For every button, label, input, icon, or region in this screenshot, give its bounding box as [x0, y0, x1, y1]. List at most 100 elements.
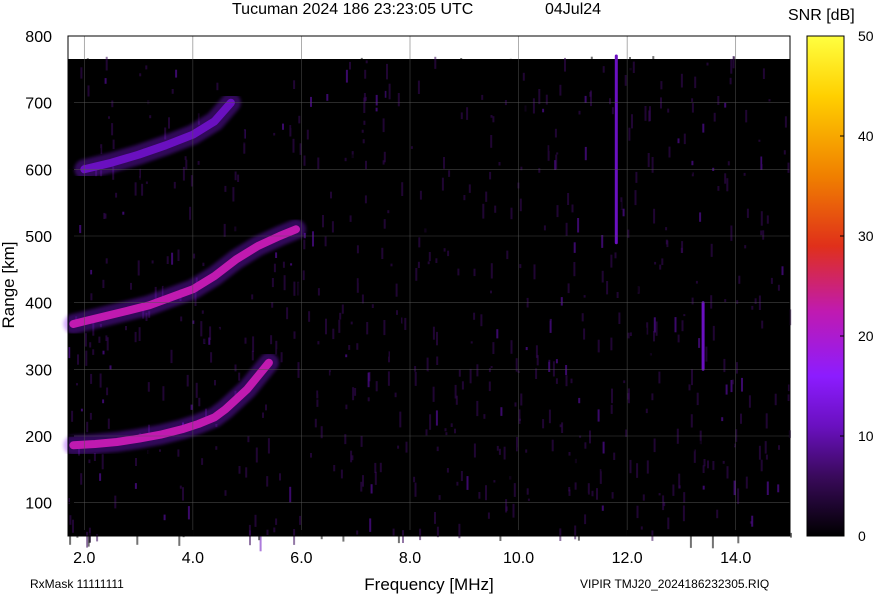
noise-speck	[135, 111, 138, 115]
noise-speck	[218, 328, 221, 342]
noise-speck	[187, 250, 190, 257]
noise-speck	[166, 256, 169, 264]
noise-speck	[716, 509, 719, 519]
noise-speck	[629, 459, 632, 474]
noise-speck	[158, 130, 161, 133]
noise-speck	[651, 393, 654, 401]
noise-speck	[413, 476, 416, 483]
noise-speck	[729, 77, 732, 85]
noise-speck	[600, 464, 603, 472]
noise-speck	[628, 102, 631, 118]
noise-speck	[301, 377, 304, 389]
noise-speck	[435, 316, 438, 321]
noise-speck	[583, 328, 586, 340]
noise-speck	[419, 108, 422, 113]
noise-speck	[243, 142, 246, 154]
noise-speck	[223, 223, 226, 237]
noise-speck	[566, 443, 569, 448]
noise-speck	[434, 512, 436, 524]
noise-speck	[113, 420, 116, 428]
noise-speck	[111, 100, 114, 108]
noise-speck	[316, 399, 319, 407]
noise-speck	[365, 444, 368, 452]
noise-speck	[125, 326, 127, 331]
noise-speck	[578, 469, 581, 485]
noise-speck	[289, 486, 292, 503]
noise-speck	[702, 123, 705, 133]
noise-speck	[245, 467, 248, 478]
noise-speck	[445, 432, 448, 436]
noise-speck	[146, 403, 148, 416]
noise-speck	[394, 392, 397, 398]
noise-speck	[353, 211, 356, 218]
noise-speck	[651, 157, 654, 173]
noise-speck	[527, 498, 530, 501]
noise-speck	[520, 405, 523, 416]
noise-speck	[559, 528, 562, 541]
noise-speck	[677, 138, 680, 144]
noise-speck	[533, 488, 536, 500]
noise-speck	[448, 170, 451, 177]
noise-speck	[568, 256, 571, 260]
noise-speck	[105, 56, 108, 71]
y-tick-label: 400	[25, 296, 52, 313]
noise-speck	[761, 320, 764, 329]
noise-speck	[297, 362, 300, 378]
noise-speck	[725, 384, 728, 395]
noise-speck	[139, 73, 142, 77]
noise-speck	[316, 390, 319, 399]
noise-speck	[182, 476, 185, 485]
noise-speck	[460, 58, 463, 64]
noise-speck	[640, 83, 643, 87]
noise-speck	[719, 510, 721, 519]
noise-speck	[565, 365, 568, 376]
noise-speck	[428, 173, 431, 186]
noise-speck	[460, 427, 463, 431]
noise-speck	[177, 249, 180, 261]
noise-speck	[416, 157, 419, 171]
noise-speck	[467, 353, 470, 357]
noise-speck	[182, 166, 185, 181]
noise-speck	[390, 413, 393, 425]
noise-speck	[632, 61, 635, 73]
noise-speck	[86, 58, 89, 72]
noise-speck	[768, 99, 771, 102]
noise-speck	[629, 57, 631, 73]
noise-speck	[435, 258, 438, 263]
noise-speck	[468, 184, 471, 193]
noise-speck	[439, 101, 442, 104]
noise-speck	[596, 105, 599, 117]
noise-speck	[691, 98, 694, 102]
noise-speck	[746, 437, 749, 449]
noise-speck	[89, 412, 92, 420]
noise-speck	[602, 66, 605, 73]
noise-speck	[403, 521, 405, 529]
noise-speck	[664, 284, 667, 298]
noise-speck	[134, 182, 137, 196]
noise-speck	[444, 428, 447, 432]
noise-speck	[764, 104, 766, 118]
noise-speck	[691, 499, 694, 503]
noise-speck	[691, 103, 694, 113]
noise-speck	[784, 116, 787, 128]
noise-speck	[209, 326, 212, 340]
noise-speck	[343, 321, 346, 328]
noise-speck	[536, 250, 539, 261]
noise-speck	[660, 81, 663, 90]
noise-speck	[266, 380, 269, 389]
noise-speck	[251, 350, 254, 361]
noise-speck	[607, 417, 610, 424]
noise-speck	[365, 60, 368, 64]
noise-speck	[694, 76, 697, 89]
noise-speck	[310, 453, 312, 458]
noise-speck	[134, 331, 137, 343]
noise-speck	[170, 349, 173, 364]
noise-speck	[490, 290, 492, 294]
noise-speck	[317, 100, 320, 107]
noise-speck	[232, 187, 235, 202]
noise-speck	[290, 118, 293, 128]
noise-speck	[427, 261, 430, 265]
noise-speck	[437, 299, 440, 311]
noise-speck	[216, 520, 219, 532]
noise-speck	[522, 72, 525, 81]
